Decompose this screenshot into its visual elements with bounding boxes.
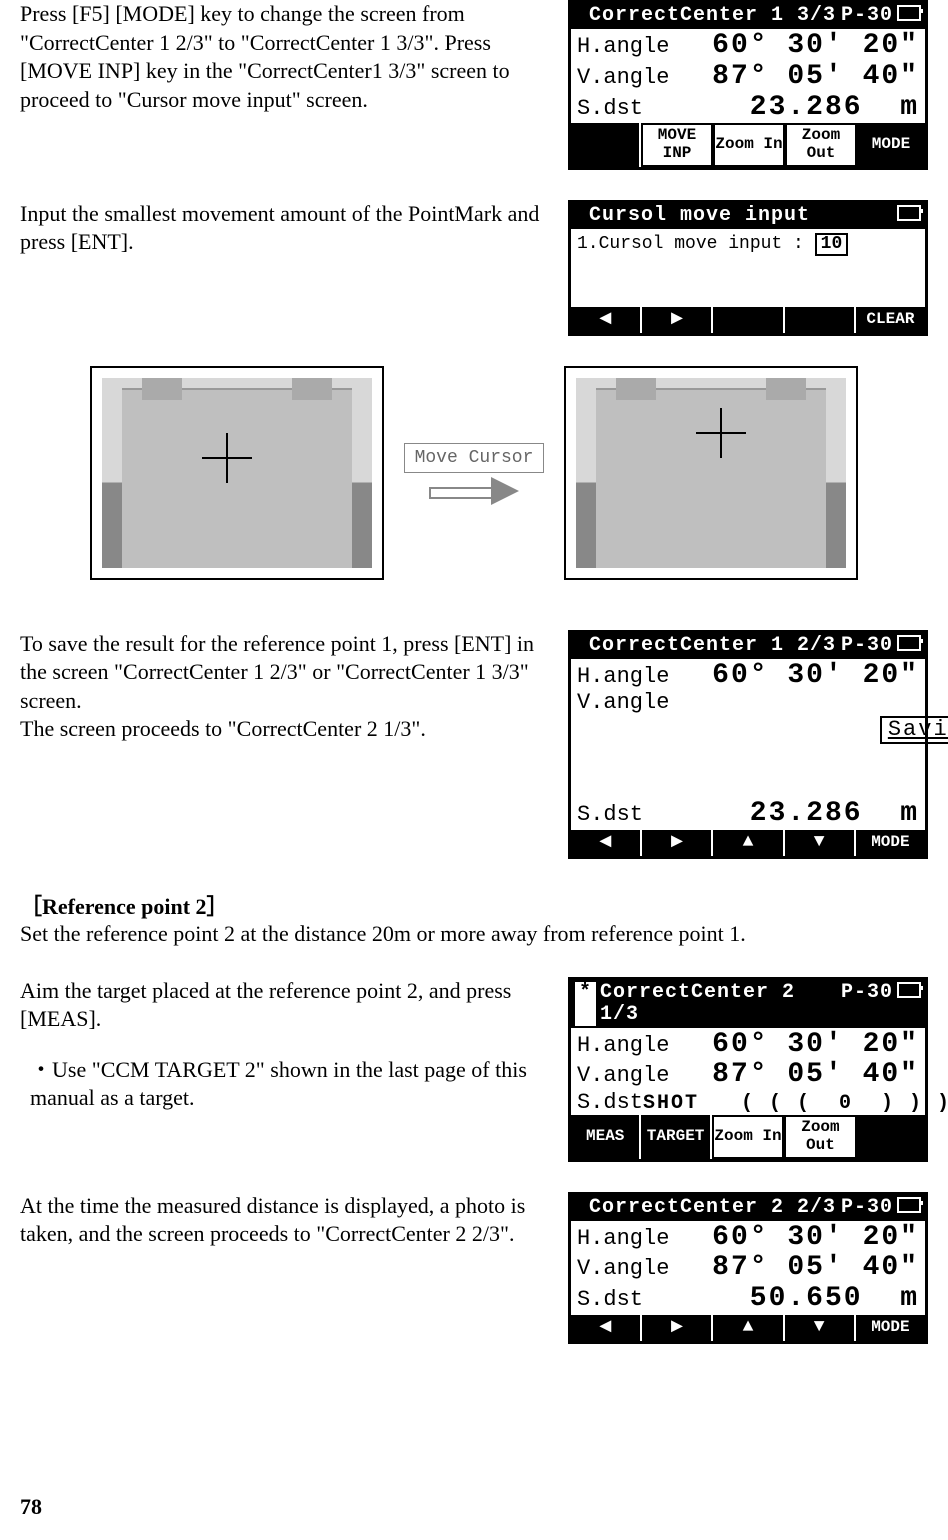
screen-correctcenter-1-2-3-saving: CorrectCenter 1 2/3 P-30 H.angle60° 30′ … <box>568 630 928 859</box>
screen-mode: P-30 <box>841 982 893 1026</box>
softkey-mode[interactable]: MODE <box>857 123 925 166</box>
softkey-zoom-in[interactable]: Zoom In <box>713 1116 783 1157</box>
softkey-up-icon[interactable]: ▲ <box>713 830 784 856</box>
softkey-zoom-out[interactable]: Zoom Out <box>785 1116 855 1157</box>
softkey-target[interactable]: TARGET <box>641 1115 711 1158</box>
active-marker: * <box>575 982 596 1026</box>
saving-indicator: Saving.... <box>880 716 948 744</box>
screen-mode: P-30 <box>841 1197 893 1219</box>
move-cursor-diagram: Move Cursor <box>20 366 928 580</box>
softkey-right-icon[interactable]: ▶ <box>642 1315 713 1341</box>
screen-title: CorrectCenter 2 2/3 <box>589 1197 841 1219</box>
step-4-note: ・Use "CCM TARGET 2" shown in the last pa… <box>20 1056 558 1113</box>
softkey-meas[interactable]: MEAS <box>571 1115 641 1158</box>
softkey-right-icon[interactable]: ▶ <box>642 830 713 856</box>
battery-icon <box>897 5 921 21</box>
crosshair-icon <box>696 408 746 458</box>
screen-correctcenter-1-3-3: CorrectCenter 1 3/3 P-30 H.angle60° 30′ … <box>568 0 928 170</box>
step-2-text: Input the smallest movement amount of th… <box>20 200 568 257</box>
step-1-text: Press [F5] [MODE] key to change the scre… <box>20 0 568 114</box>
softkey-left-icon[interactable]: ◀ <box>571 307 642 333</box>
softkey-down-icon[interactable]: ▼ <box>785 830 856 856</box>
softkey-mode[interactable]: MODE <box>856 1315 925 1341</box>
crosshair-icon <box>202 433 252 483</box>
screen-correctcenter-2-1-3: * CorrectCenter 2 1/3 P-30 H.angle60° 30… <box>568 977 928 1162</box>
ref-point-2-heading: ［Reference point 2］ <box>20 889 928 921</box>
softkey-f3[interactable] <box>713 307 784 333</box>
softkey-mode[interactable]: MODE <box>856 830 925 856</box>
softkey-f1[interactable] <box>571 123 641 166</box>
softkey-up-icon[interactable]: ▲ <box>713 1315 784 1341</box>
screen-mode: P-30 <box>841 5 893 27</box>
softkey-down-icon[interactable]: ▼ <box>785 1315 856 1341</box>
screen-cursol-move-input: Cursol move input 1.Cursol move input : … <box>568 200 928 336</box>
battery-icon <box>897 635 921 651</box>
step-4-text: Aim the target placed at the reference p… <box>20 977 558 1034</box>
screen-title: CorrectCenter 1 3/3 <box>589 5 841 27</box>
softkey-left-icon[interactable]: ◀ <box>571 830 642 856</box>
screen-mode: P-30 <box>841 635 893 657</box>
softkey-zoom-out[interactable]: Zoom Out <box>786 124 856 165</box>
softkey-left-icon[interactable]: ◀ <box>571 1315 642 1341</box>
move-cursor-label: Move Cursor <box>404 443 545 473</box>
softkey-f5[interactable] <box>857 1115 925 1158</box>
photo-before <box>90 366 384 580</box>
arrow-right-icon <box>429 479 519 503</box>
step-4: Aim the target placed at the reference p… <box>20 977 928 1162</box>
softkey-f4[interactable] <box>785 307 856 333</box>
battery-icon <box>897 205 921 221</box>
page-number: 78 <box>20 1494 42 1520</box>
screen-correctcenter-2-2-3: CorrectCenter 2 2/3 P-30 H.angle60° 30′ … <box>568 1192 928 1344</box>
input-label: 1.Cursol move input : <box>577 234 804 254</box>
screen-title: Cursol move input <box>589 205 893 227</box>
step-2: Input the smallest movement amount of th… <box>20 200 928 336</box>
step-5: At the time the measured distance is dis… <box>20 1192 928 1344</box>
step-3: To save the result for the reference poi… <box>20 630 928 859</box>
screen-title: CorrectCenter 2 1/3 <box>600 982 841 1026</box>
softkey-zoom-in[interactable]: Zoom In <box>714 124 784 165</box>
softkey-move-inp[interactable]: MOVE INP <box>642 124 712 165</box>
ref-point-2-instruction: Set the reference point 2 at the distanc… <box>20 921 928 947</box>
input-value[interactable]: 10 <box>815 233 849 257</box>
softkey-clear[interactable]: CLEAR <box>856 307 925 333</box>
screen-title: CorrectCenter 1 2/3 <box>589 635 841 657</box>
step-1: Press [F5] [MODE] key to change the scre… <box>20 0 928 170</box>
step-5-text: At the time the measured distance is dis… <box>20 1192 568 1249</box>
ref-point-2-section: ［Reference point 2］ Set the reference po… <box>20 889 928 947</box>
battery-icon <box>897 982 921 998</box>
softkey-right-icon[interactable]: ▶ <box>642 307 713 333</box>
battery-icon <box>897 1197 921 1213</box>
photo-after <box>564 366 858 580</box>
step-3-text: To save the result for the reference poi… <box>20 630 568 744</box>
